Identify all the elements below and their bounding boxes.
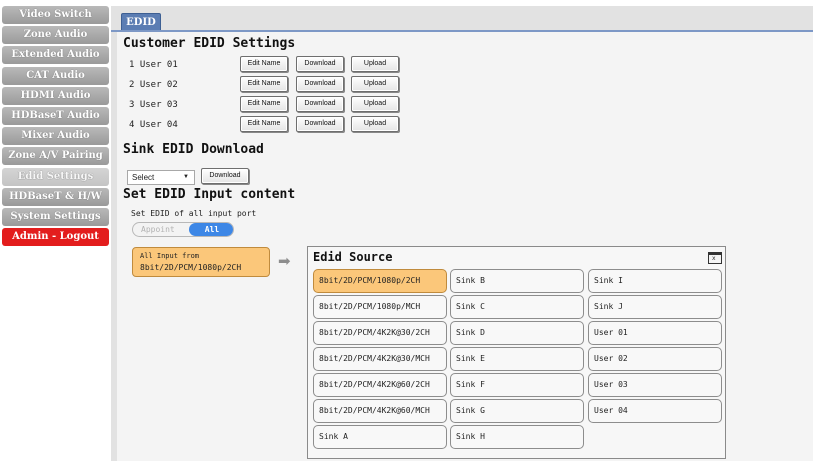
sidebar-item-cat-audio[interactable]: CAT Audio [2, 66, 109, 85]
sidebar-item-hdbaset-hw[interactable]: HDBaseT & H/W [2, 187, 109, 206]
sidebar-item-system-settings[interactable]: System Settings [2, 207, 109, 226]
edid-source-item[interactable]: Sink I [588, 269, 722, 293]
upload-button-2[interactable]: Upload [351, 76, 399, 92]
edid-source-item[interactable]: User 02 [588, 347, 722, 371]
edid-source-item[interactable]: Sink E [450, 347, 584, 371]
sink-select-value: Select [132, 173, 155, 182]
edid-source-item[interactable]: 8bit/2D/PCM/4K2K@60/MCH [313, 399, 447, 423]
download-button-3[interactable]: Download [296, 96, 344, 112]
user-name-2: 2 User 02 [129, 80, 178, 90]
toggle-option-all[interactable]: All [189, 223, 233, 236]
edid-source-item[interactable]: User 04 [588, 399, 722, 423]
sidebar-item-hdmi-audio[interactable]: HDMI Audio [2, 86, 109, 105]
set-edid-input-title: Set EDID Input content [123, 187, 296, 202]
edid-source-item[interactable]: User 01 [588, 321, 722, 345]
edid-source-item[interactable]: 8bit/2D/PCM/4K2K@30/2CH [313, 321, 447, 345]
edid-source-item[interactable]: Sink B [450, 269, 584, 293]
right-arrow-icon: ➡ [278, 252, 291, 270]
edit-name-button-1[interactable]: Edit Name [240, 56, 288, 72]
edid-source-item[interactable]: Sink G [450, 399, 584, 423]
logout-button[interactable]: Admin - Logout [2, 228, 109, 247]
edid-source-item[interactable]: 8bit/2D/PCM/4K2K@30/MCH [313, 347, 447, 371]
caret-down-icon: ▼ [183, 174, 189, 180]
sidebar-item-zone-audio[interactable]: Zone Audio [2, 26, 109, 45]
user-name-4: 4 User 04 [129, 120, 178, 130]
appoint-all-toggle[interactable]: Appoint All [132, 222, 234, 237]
edid-source-item[interactable]: 8bit/2D/PCM/4K2K@60/2CH [313, 373, 447, 397]
sink-select[interactable]: Select ▼ [127, 170, 195, 185]
download-button-2[interactable]: Download [296, 76, 344, 92]
edid-source-item[interactable]: Sink C [450, 295, 584, 319]
close-icon[interactable]: x [708, 252, 722, 264]
edid-source-item[interactable]: Sink A [313, 425, 447, 449]
edit-name-button-2[interactable]: Edit Name [240, 76, 288, 92]
edid-source-item[interactable]: User 03 [588, 373, 722, 397]
customer-edid-title: Customer EDID Settings [123, 36, 296, 51]
sidebar-item-video-switch[interactable]: Video Switch [2, 6, 109, 24]
sidebar-item-mixer-audio[interactable]: Mixer Audio [2, 127, 109, 146]
edid-source-item[interactable]: Sink F [450, 373, 584, 397]
sidebar-item-edid-settings[interactable]: Edid Settings [2, 167, 109, 186]
sink-download-button[interactable]: Download [201, 168, 249, 184]
close-glyph: x [712, 255, 716, 262]
edid-source-item[interactable]: 8bit/2D/PCM/1080p/MCH [313, 295, 447, 319]
edid-source-item[interactable]: Sink D [450, 321, 584, 345]
upload-button-4[interactable]: Upload [351, 116, 399, 132]
set-all-input-label: Set EDID of all input port [131, 209, 257, 218]
edid-source-item[interactable]: 8bit/2D/PCM/1080p/2CH [313, 269, 447, 293]
edid-source-item[interactable]: Sink H [450, 425, 584, 449]
sink-edid-title: Sink EDID Download [123, 142, 264, 157]
sidebar-nav: Video Switch Zone Audio Extended Audio C… [2, 6, 109, 248]
edid-source-title: Edid Source [313, 250, 393, 264]
user-name-1: 1 User 01 [129, 60, 178, 70]
edid-content: Customer EDID Settings 1 User 01 Edit Na… [117, 32, 813, 461]
download-button-1[interactable]: Download [296, 56, 344, 72]
sidebar-item-hdbaset-audio[interactable]: HDBaseT Audio [2, 106, 109, 125]
edid-source-item[interactable]: Sink J [588, 295, 722, 319]
upload-button-1[interactable]: Upload [351, 56, 399, 72]
download-button-4[interactable]: Download [296, 116, 344, 132]
all-input-label: All Input from [140, 252, 200, 260]
user-name-3: 3 User 03 [129, 100, 178, 110]
all-input-target[interactable]: All Input from 8bit/2D/PCM/1080p/2CH [132, 247, 270, 277]
all-input-value: 8bit/2D/PCM/1080p/2CH [140, 263, 242, 272]
sidebar-item-zone-av-pairing[interactable]: Zone A/V Pairing [2, 147, 109, 166]
upload-button-3[interactable]: Upload [351, 96, 399, 112]
edit-name-button-3[interactable]: Edit Name [240, 96, 288, 112]
toggle-option-appoint[interactable]: Appoint [141, 223, 175, 236]
edit-name-button-4[interactable]: Edit Name [240, 116, 288, 132]
main-panel: EDID Customer EDID Settings 1 User 01 Ed… [111, 6, 813, 461]
sidebar-item-extended-audio[interactable]: Extended Audio [2, 46, 109, 65]
edid-source-panel: Edid Source x 8bit/2D/PCM/1080p/2CH 8bit… [307, 246, 726, 459]
